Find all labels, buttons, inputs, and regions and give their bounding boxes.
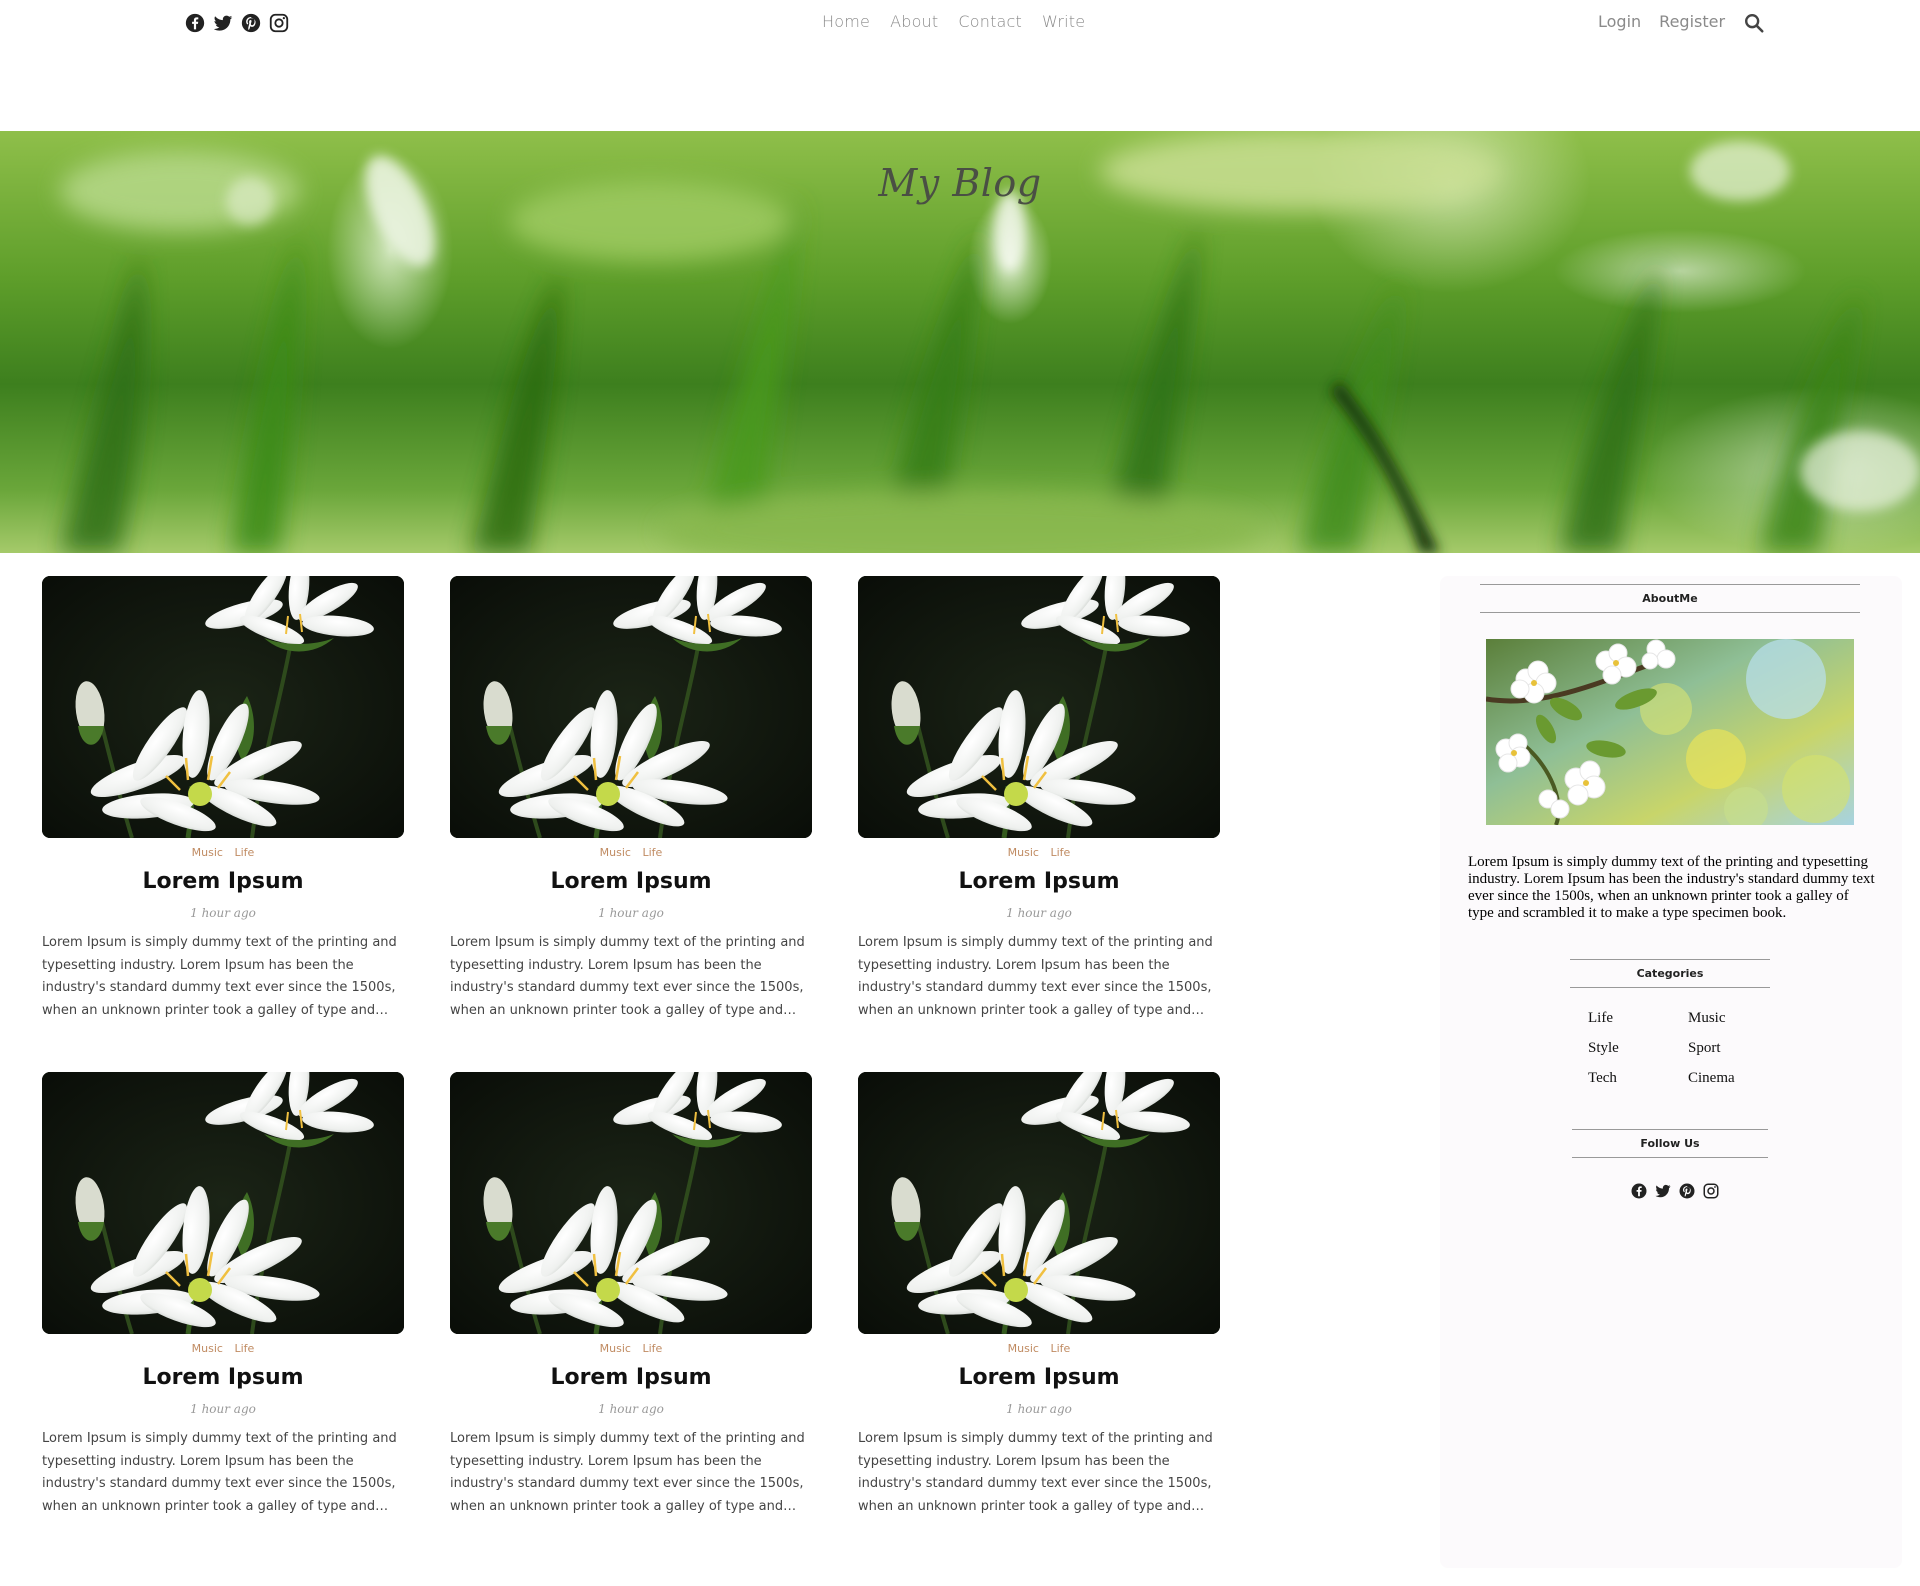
category-link-sport[interactable]: Sport <box>1688 1040 1788 1057</box>
post-excerpt: Lorem Ipsum is simply dummy text of the … <box>42 1431 397 1514</box>
facebook-icon[interactable] <box>1630 1182 1648 1200</box>
post-image[interactable] <box>42 1072 404 1334</box>
post-categories: Music Life <box>42 1342 404 1355</box>
post-category-tag[interactable]: Life <box>1050 1342 1070 1355</box>
sidebar-social-links <box>1630 1182 1720 1200</box>
sidebar: AboutMe Lorem Ipsum is simply dummy text… <box>1440 576 1902 1568</box>
category-link-cinema[interactable]: Cinema <box>1688 1070 1788 1087</box>
post-excerpt: Lorem Ipsum is simply dummy text of the … <box>450 1431 805 1514</box>
post-card: Music Life Lorem Ipsum 1 hour ago Lorem … <box>450 1072 812 1518</box>
post-title[interactable]: Lorem Ipsum <box>42 869 404 894</box>
top-social-links <box>184 12 290 34</box>
pinterest-icon[interactable] <box>1678 1182 1696 1200</box>
post-date: 1 hour ago <box>190 906 256 920</box>
main-nav: Home About Contact Write <box>822 12 1085 31</box>
about-me-heading: AboutMe <box>1480 584 1860 613</box>
post-image[interactable] <box>450 1072 812 1334</box>
twitter-icon[interactable] <box>212 12 234 34</box>
post-category-tag[interactable]: Music <box>600 1342 631 1355</box>
post-date: 1 hour ago <box>598 906 664 920</box>
post-excerpt: Lorem Ipsum is simply dummy text of the … <box>42 935 397 1018</box>
post-categories: Music Life <box>450 1342 812 1355</box>
follow-us-heading: Follow Us <box>1572 1129 1768 1158</box>
post-category-tag[interactable]: Life <box>234 846 254 859</box>
post-image[interactable] <box>450 576 812 838</box>
post-categories: Music Life <box>858 1342 1220 1355</box>
nav-home-link[interactable]: Home <box>822 12 870 31</box>
post-title[interactable]: Lorem Ipsum <box>858 869 1220 894</box>
register-link[interactable]: Register <box>1659 12 1725 31</box>
post-excerpt: Lorem Ipsum is simply dummy text of the … <box>858 1431 1213 1514</box>
post-category-tag[interactable]: Life <box>234 1342 254 1355</box>
post-category-tag[interactable]: Life <box>642 846 662 859</box>
post-date: 1 hour ago <box>190 1402 256 1416</box>
auth-nav: Login Register <box>1598 12 1725 31</box>
post-categories: Music Life <box>450 846 812 859</box>
post-date: 1 hour ago <box>1006 906 1072 920</box>
post-categories: Music Life <box>42 846 404 859</box>
instagram-icon[interactable] <box>268 12 290 34</box>
nav-contact-link[interactable]: Contact <box>958 12 1022 31</box>
category-link-music[interactable]: Music <box>1688 1010 1788 1027</box>
about-me-image <box>1486 639 1854 825</box>
post-title[interactable]: Lorem Ipsum <box>858 1365 1220 1390</box>
post-date: 1 hour ago <box>598 1402 664 1416</box>
post-category-tag[interactable]: Music <box>1008 1342 1039 1355</box>
post-image[interactable] <box>858 576 1220 838</box>
top-navbar: Home About Contact Write Login Register <box>0 0 1920 46</box>
categories-heading: Categories <box>1570 959 1770 988</box>
nav-about-link[interactable]: About <box>890 12 938 31</box>
post-categories: Music Life <box>858 846 1220 859</box>
category-link-tech[interactable]: Tech <box>1588 1070 1688 1087</box>
facebook-icon[interactable] <box>184 12 206 34</box>
category-link-life[interactable]: Life <box>1588 1010 1688 1027</box>
post-card: Music Life Lorem Ipsum 1 hour ago Lorem … <box>858 576 1220 1022</box>
post-card: Music Life Lorem Ipsum 1 hour ago Lorem … <box>858 1072 1220 1518</box>
post-image[interactable] <box>42 576 404 838</box>
post-title[interactable]: Lorem Ipsum <box>450 869 812 894</box>
hero-banner: My Blog <box>0 131 1920 553</box>
post-category-tag[interactable]: Life <box>642 1342 662 1355</box>
post-card: Music Life Lorem Ipsum 1 hour ago Lorem … <box>450 576 812 1022</box>
blog-title: My Blog <box>878 161 1042 205</box>
category-link-style[interactable]: Style <box>1588 1040 1688 1057</box>
post-title[interactable]: Lorem Ipsum <box>42 1365 404 1390</box>
post-image[interactable] <box>858 1072 1220 1334</box>
post-category-tag[interactable]: Music <box>1008 846 1039 859</box>
post-card: Music Life Lorem Ipsum 1 hour ago Lorem … <box>42 1072 404 1518</box>
post-category-tag[interactable]: Music <box>192 846 223 859</box>
search-icon[interactable] <box>1743 12 1765 34</box>
post-title[interactable]: Lorem Ipsum <box>450 1365 812 1390</box>
pinterest-icon[interactable] <box>240 12 262 34</box>
post-category-tag[interactable]: Life <box>1050 846 1070 859</box>
post-excerpt: Lorem Ipsum is simply dummy text of the … <box>450 935 805 1018</box>
nav-write-link[interactable]: Write <box>1042 12 1085 31</box>
post-category-tag[interactable]: Music <box>600 846 631 859</box>
about-me-text: Lorem Ipsum is simply dummy text of the … <box>1468 854 1875 921</box>
category-list: Life Music Style Sport Tech Cinema <box>1588 1010 1808 1087</box>
twitter-icon[interactable] <box>1654 1182 1672 1200</box>
post-category-tag[interactable]: Music <box>192 1342 223 1355</box>
instagram-icon[interactable] <box>1702 1182 1720 1200</box>
post-date: 1 hour ago <box>1006 1402 1072 1416</box>
login-link[interactable]: Login <box>1598 12 1641 31</box>
post-card: Music Life Lorem Ipsum 1 hour ago Lorem … <box>42 576 404 1022</box>
post-excerpt: Lorem Ipsum is simply dummy text of the … <box>858 935 1213 1018</box>
